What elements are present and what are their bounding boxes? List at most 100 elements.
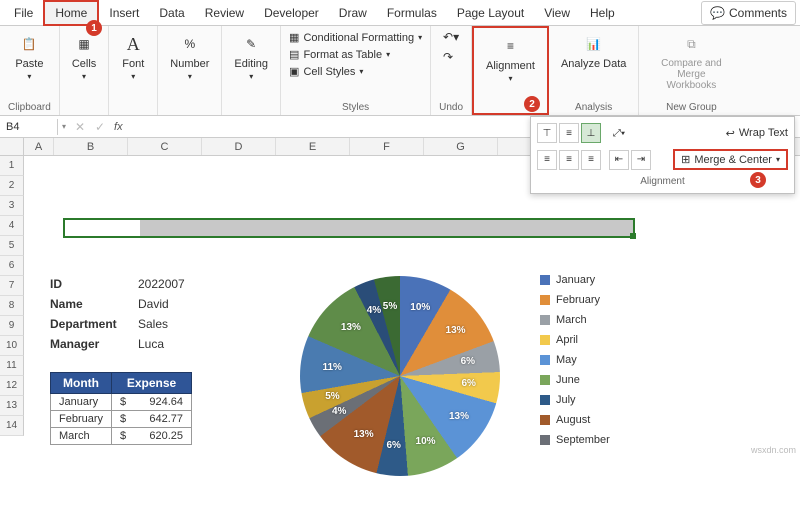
callout-2: 2 — [524, 96, 540, 112]
menu-draw[interactable]: Draw — [329, 2, 377, 24]
row-2[interactable]: 2 — [0, 176, 24, 196]
row-12[interactable]: 12 — [0, 376, 24, 396]
font-button[interactable]: A Font ▾ — [117, 30, 149, 83]
menu-page-layout[interactable]: Page Layout — [447, 2, 534, 24]
pie-slice-label: 4% — [367, 305, 381, 316]
font-icon: A — [121, 32, 145, 56]
legend-label: August — [556, 414, 590, 426]
chevron-down-icon: ▾ — [508, 74, 512, 83]
menu-data[interactable]: Data — [149, 2, 194, 24]
undo-button[interactable]: ↶▾ — [443, 30, 459, 44]
legend-item: June — [540, 370, 610, 390]
callout-1: 1 — [86, 20, 102, 36]
pie-chart[interactable]: 10%13%6%6%13%10%6%13%4%5%11%13%4%5% — [280, 266, 540, 496]
decrease-indent-button[interactable]: ⇤ — [609, 150, 629, 170]
legend-label: April — [556, 334, 578, 346]
col-B[interactable]: B — [54, 138, 128, 155]
align-top-button[interactable]: ⊤ — [537, 123, 557, 143]
cancel-icon[interactable]: ✕ — [70, 120, 90, 134]
row-3[interactable]: 3 — [0, 196, 24, 216]
group-cells: ▦ Cells ▾ — [60, 26, 109, 115]
menu-insert[interactable]: Insert — [99, 2, 149, 24]
cell-styles-button[interactable]: ▣Cell Styles▾ — [289, 64, 422, 79]
legend-label: June — [556, 374, 580, 386]
alignment-button[interactable]: ≡ Alignment ▾ — [482, 32, 539, 85]
number-button[interactable]: % Number ▾ — [166, 30, 213, 83]
align-center-button[interactable]: ≡ — [559, 150, 579, 170]
col-G[interactable]: G — [424, 138, 498, 155]
row-1[interactable]: 1 — [0, 156, 24, 176]
fx-icon[interactable]: fx — [110, 121, 127, 133]
legend-item: September — [540, 430, 610, 450]
align-right-button[interactable]: ≡ — [581, 150, 601, 170]
table-icon: ▤ — [289, 48, 299, 61]
select-all-corner[interactable] — [0, 138, 24, 155]
legend-item: August — [540, 410, 610, 430]
row-13[interactable]: 13 — [0, 396, 24, 416]
row-5[interactable]: 5 — [0, 236, 24, 256]
row-11[interactable]: 11 — [0, 356, 24, 376]
compare-merge-button[interactable]: ⧉ Compare and Merge Workbooks — [647, 30, 735, 93]
legend-label: July — [556, 394, 576, 406]
menu-developer[interactable]: Developer — [254, 2, 329, 24]
pie-slice-label: 6% — [462, 378, 476, 389]
pie-slice-label: 13% — [446, 325, 466, 336]
col-A[interactable]: A — [24, 138, 54, 155]
menu-formulas[interactable]: Formulas — [377, 2, 447, 24]
row-8[interactable]: 8 — [0, 296, 24, 316]
legend-item: February — [540, 290, 610, 310]
wrap-text-button[interactable]: ↩Wrap Text — [726, 127, 788, 140]
chart-legend: JanuaryFebruaryMarchAprilMayJuneJulyAugu… — [540, 270, 610, 450]
legend-swatch — [540, 375, 550, 385]
comments-button[interactable]: 💬 Comments — [701, 1, 796, 25]
format-as-table-button[interactable]: ▤Format as Table▾ — [289, 47, 422, 62]
chevron-down-icon: ▾ — [131, 72, 135, 81]
analyze-data-button[interactable]: 📊 Analyze Data — [557, 30, 630, 72]
align-bottom-button[interactable]: ⊥ — [581, 123, 601, 143]
col-D[interactable]: D — [202, 138, 276, 155]
group-clipboard: 📋 Paste ▾ Clipboard — [0, 26, 60, 115]
chevron-down-icon: ▾ — [27, 72, 31, 81]
increase-indent-button[interactable]: ⇥ — [631, 150, 651, 170]
paste-button[interactable]: 📋 Paste ▾ — [11, 30, 47, 83]
menu-bar: File Home Insert Data Review Developer D… — [0, 0, 800, 26]
legend-label: March — [556, 314, 587, 326]
legend-swatch — [540, 275, 550, 285]
worksheet[interactable]: A B C D E F G H I J 1 2 3 4 5 6 7 8 9 10… — [0, 138, 800, 518]
orientation-button[interactable]: ⤢▾ — [609, 123, 629, 143]
redo-button[interactable]: ↷ — [443, 50, 453, 64]
row-headers: 1 2 3 4 5 6 7 8 9 10 11 12 13 14 — [0, 156, 24, 436]
col-C[interactable]: C — [128, 138, 202, 155]
row-14[interactable]: 14 — [0, 416, 24, 436]
group-editing: ✎ Editing ▾ — [222, 26, 281, 115]
menu-review[interactable]: Review — [195, 2, 254, 24]
menu-help[interactable]: Help — [580, 2, 625, 24]
comment-icon: 💬 — [710, 6, 725, 20]
row-4[interactable]: 4 — [0, 216, 24, 236]
editing-button[interactable]: ✎ Editing ▾ — [230, 30, 272, 83]
align-middle-button[interactable]: ≡ — [559, 123, 579, 143]
row-7[interactable]: 7 — [0, 276, 24, 296]
namebox-dropdown-icon[interactable]: ▾ — [58, 122, 70, 131]
row-9[interactable]: 9 — [0, 316, 24, 336]
row-6[interactable]: 6 — [0, 256, 24, 276]
pie-slice-label: 6% — [386, 440, 400, 451]
enter-icon[interactable]: ✓ — [90, 120, 110, 134]
cells-button[interactable]: ▦ Cells ▾ — [68, 30, 100, 83]
row-10[interactable]: 10 — [0, 336, 24, 356]
name-box[interactable]: B4 — [0, 119, 58, 135]
align-left-button[interactable]: ≡ — [537, 150, 557, 170]
th-expense: Expense — [112, 373, 192, 394]
menu-file[interactable]: File — [4, 2, 43, 24]
col-F[interactable]: F — [350, 138, 424, 155]
chevron-down-icon: ▾ — [188, 72, 192, 81]
legend-item: January — [540, 270, 610, 290]
selected-merged-range[interactable] — [63, 218, 635, 238]
conditional-formatting-button[interactable]: ▦Conditional Formatting▾ — [289, 30, 422, 45]
merge-center-button[interactable]: ⊞ Merge & Center ▾ — [673, 149, 788, 170]
cell-styles-icon: ▣ — [289, 65, 299, 78]
col-E[interactable]: E — [276, 138, 350, 155]
menu-view[interactable]: View — [534, 2, 580, 24]
group-styles: ▦Conditional Formatting▾ ▤Format as Tabl… — [281, 26, 431, 115]
callout-3: 3 — [750, 172, 766, 188]
